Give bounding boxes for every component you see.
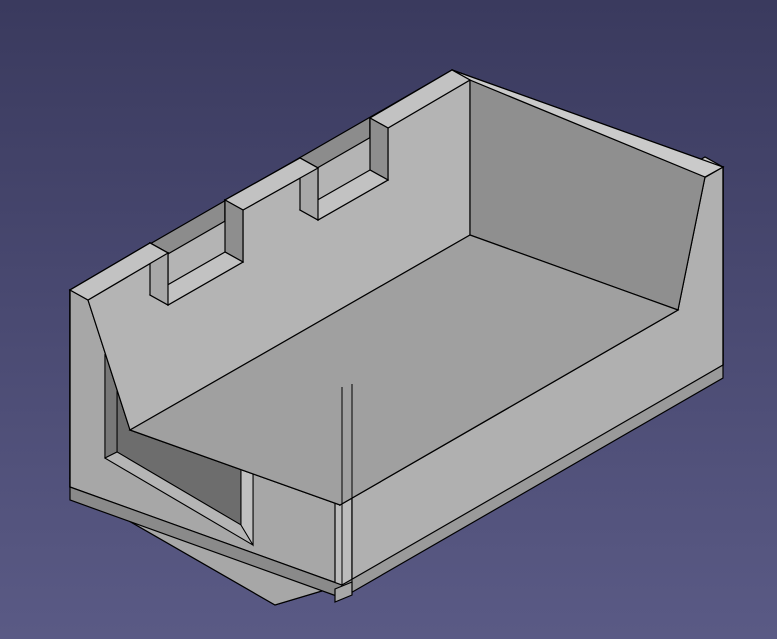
3d-viewport[interactable] xyxy=(0,0,777,639)
model-render xyxy=(0,0,777,639)
